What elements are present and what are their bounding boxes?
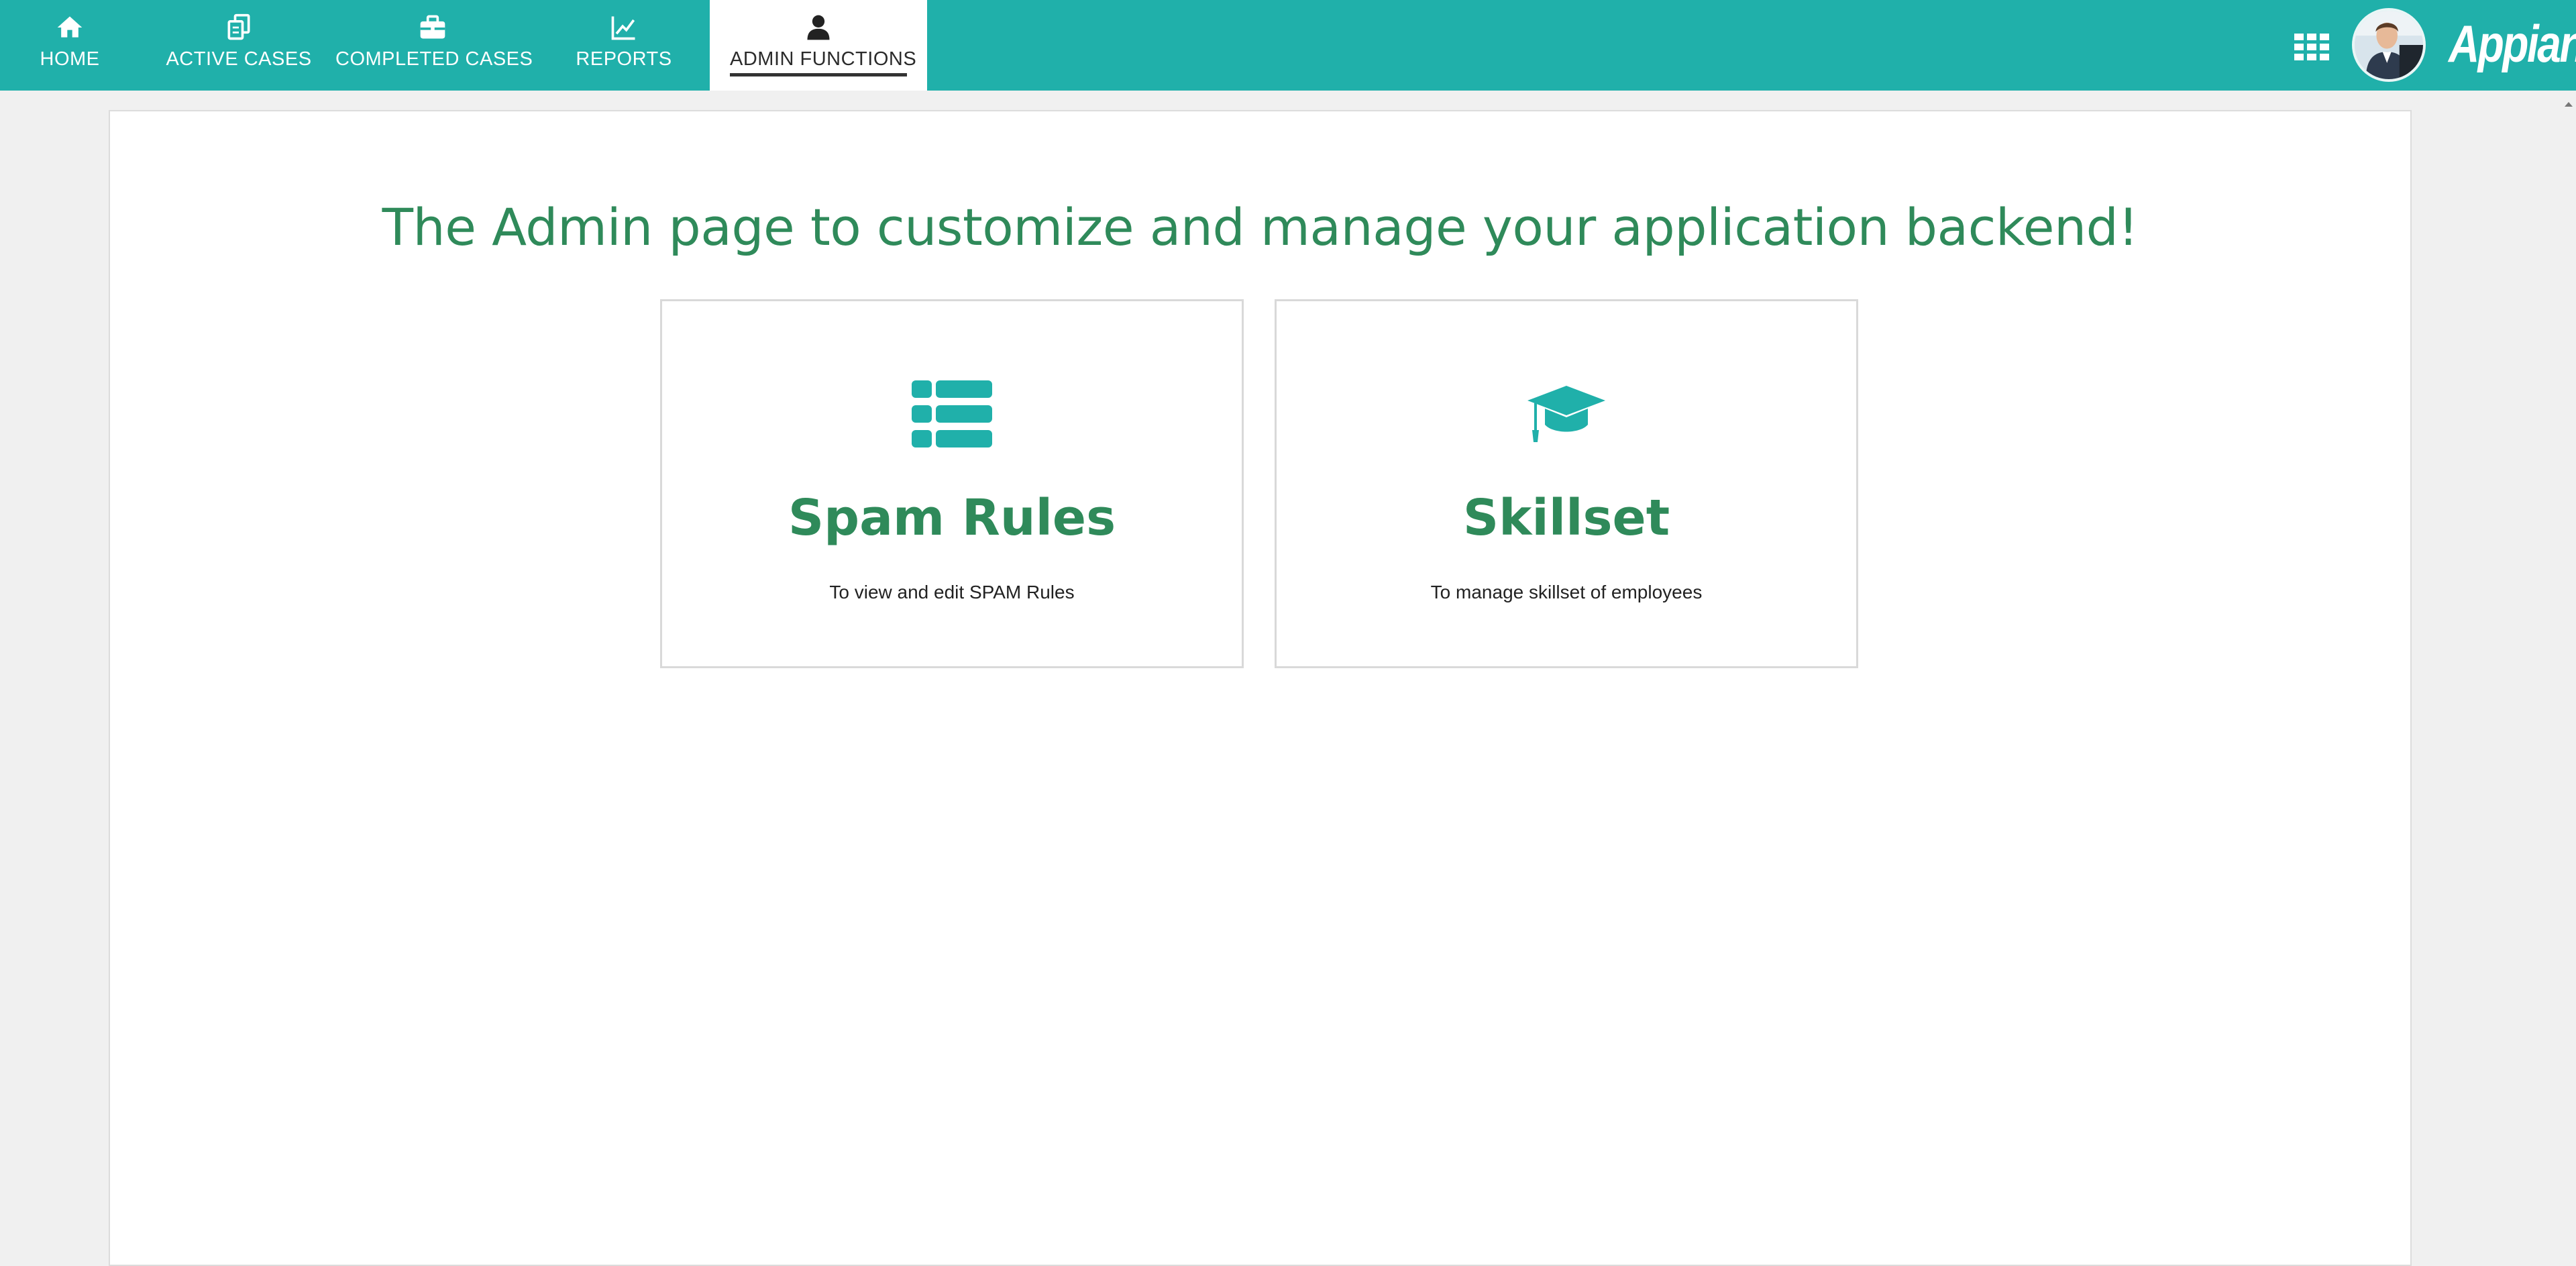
user-icon [710, 12, 927, 43]
nav-admin-functions[interactable]: ADMIN FUNCTIONS [710, 0, 927, 91]
nav-completed-cases-label: COMPLETED CASES [335, 48, 533, 70]
card-spam-rules[interactable]: Spam Rules To view and edit SPAM Rules [660, 299, 1244, 668]
card-skillset-title: Skillset [1462, 489, 1670, 547]
grid-icon[interactable] [2294, 34, 2329, 60]
nav-home[interactable]: HOME [0, 0, 140, 91]
nav-reports[interactable]: REPORTS [558, 0, 690, 91]
graduation-cap-icon [1277, 380, 1856, 447]
page-title: The Admin page to customize and manage y… [382, 197, 2139, 257]
nav-reports-label: REPORTS [576, 48, 672, 70]
card-skillset[interactable]: Skillset To manage skillset of employees [1275, 299, 1858, 668]
card-spam-rules-description: To view and edit SPAM Rules [829, 582, 1075, 602]
nav-home-label: HOME [40, 48, 100, 70]
top-navigation-bar: HOME ACTIVE CASES COMPLETED CASES REPORT… [0, 0, 2576, 91]
nav-active-cases[interactable]: ACTIVE CASES [161, 0, 317, 91]
scroll-up-arrow[interactable] [2564, 99, 2573, 109]
card-skillset-description: To manage skillset of employees [1430, 582, 1703, 602]
list-icon [662, 380, 1242, 447]
line-chart-icon [558, 12, 690, 43]
user-avatar[interactable] [2352, 8, 2426, 82]
appian-logo: Appian [2449, 14, 2576, 73]
nav-completed-cases[interactable]: COMPLETED CASES [335, 0, 533, 91]
admin-page-panel: The Admin page to customize and manage y… [109, 110, 2412, 1266]
card-spam-rules-title: Spam Rules [788, 489, 1116, 547]
documents-icon [161, 12, 317, 43]
nav-active-cases-label: ACTIVE CASES [166, 48, 312, 70]
nav-admin-functions-label: ADMIN FUNCTIONS [730, 48, 916, 76]
home-icon [0, 12, 140, 43]
briefcase-icon [335, 12, 530, 43]
